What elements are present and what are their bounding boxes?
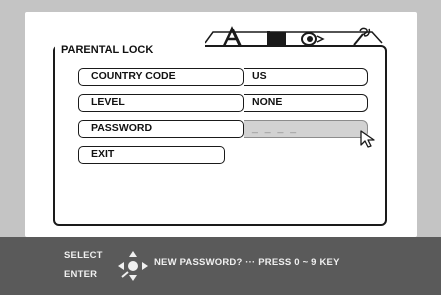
password-row[interactable]: PASSWORD (78, 120, 244, 138)
display-tab-icon[interactable] (267, 31, 286, 46)
password-placeholder: _ _ _ _ (252, 122, 299, 134)
select-label: SELECT (64, 250, 103, 261)
pointer-cursor-icon (360, 130, 375, 148)
exit-row[interactable]: EXIT (78, 146, 225, 164)
panel-title: PARENTAL LOCK (55, 41, 205, 61)
country-code-row[interactable]: COUNTRY CODE (78, 68, 244, 86)
row-label: EXIT (91, 148, 115, 160)
country-code-value[interactable]: US (244, 68, 368, 86)
footer-message: NEW PASSWORD? ··· PRESS 0 ~ 9 KEY (154, 257, 340, 268)
row-label: LEVEL (91, 96, 125, 108)
row-value: NONE (252, 96, 283, 108)
row-label: COUNTRY CODE (91, 70, 176, 82)
level-value[interactable]: NONE (244, 94, 368, 112)
enter-label: ENTER (64, 269, 98, 280)
row-value: US (252, 70, 267, 82)
dpad-nav-icon (118, 251, 148, 281)
setup-wrench-icon[interactable] (353, 27, 371, 46)
level-row[interactable]: LEVEL (78, 94, 244, 112)
password-input[interactable]: _ _ _ _ (244, 120, 368, 138)
row-label: PASSWORD (91, 122, 153, 134)
audio-tab-icon[interactable] (301, 32, 325, 46)
